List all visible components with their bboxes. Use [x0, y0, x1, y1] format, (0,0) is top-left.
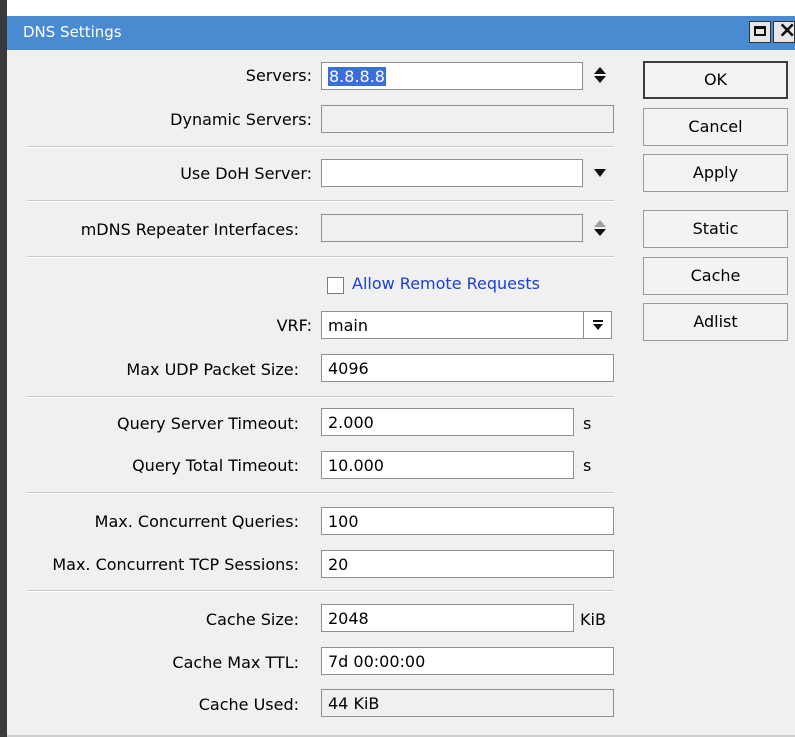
separator [27, 396, 614, 398]
vrf-label: VRF: [276, 316, 312, 335]
static-button[interactable]: Static [643, 210, 788, 248]
servers-label: Servers: [245, 66, 312, 85]
max-concurrent-tcp-input[interactable]: 20 [321, 550, 614, 578]
up-down-arrows-icon[interactable] [592, 218, 608, 238]
vrf-dropdown-button[interactable] [583, 311, 612, 339]
use-doh-server-label: Use DoH Server: [180, 164, 312, 183]
cache-size-label: Cache Size: [205, 610, 299, 629]
max-udp-label: Max UDP Packet Size: [126, 360, 299, 379]
use-doh-server-input[interactable] [321, 159, 583, 187]
up-down-arrows-icon[interactable] [592, 65, 608, 85]
adlist-button[interactable]: Adlist [643, 303, 788, 341]
separator [27, 590, 614, 592]
cache-size-input[interactable]: 2048 [321, 604, 574, 632]
title-bar[interactable]: DNS Settings [7, 16, 795, 50]
max-concurrent-queries-input[interactable]: 100 [321, 507, 614, 535]
separator [27, 200, 614, 202]
cache-max-ttl-label: Cache Max TTL: [172, 653, 299, 672]
vrf-select[interactable]: main [321, 311, 584, 339]
separator [27, 146, 614, 148]
max-concurrent-tcp-label: Max. Concurrent TCP Sessions: [52, 555, 299, 574]
maximize-icon[interactable] [749, 21, 771, 43]
cache-button[interactable]: Cache [643, 257, 788, 295]
dynamic-servers-field [321, 105, 614, 133]
cache-max-ttl-input[interactable]: 7d 00:00:00 [321, 647, 614, 675]
query-total-timeout-label: Query Total Timeout: [132, 456, 299, 475]
query-total-timeout-unit: s [583, 456, 592, 475]
allow-remote-requests-label[interactable]: Allow Remote Requests [352, 274, 540, 293]
query-total-timeout-input[interactable]: 10.000 [321, 451, 574, 479]
cache-used-label: Cache Used: [198, 695, 299, 714]
cache-used-field: 44 KiB [321, 689, 614, 717]
max-udp-input[interactable]: 4096 [321, 354, 614, 382]
mdns-repeater-label: mDNS Repeater Interfaces: [80, 220, 299, 239]
max-concurrent-queries-label: Max. Concurrent Queries: [94, 512, 299, 531]
window-title: DNS Settings [23, 23, 122, 41]
separator [27, 492, 614, 494]
close-icon[interactable] [773, 21, 795, 43]
window-left-edge [0, 0, 7, 737]
servers-value: 8.8.8.8 [328, 67, 386, 86]
dropdown-arrow-icon [593, 320, 603, 330]
query-server-timeout-unit: s [583, 414, 592, 433]
dns-settings-window: DNS Settings Servers: 8.8.8.8 Dynamic Se… [0, 0, 795, 737]
allow-remote-requests-checkbox[interactable] [327, 277, 344, 294]
cache-size-unit: KiB [580, 610, 606, 629]
separator [27, 256, 614, 258]
mdns-repeater-field[interactable] [321, 214, 583, 242]
servers-input[interactable]: 8.8.8.8 [321, 62, 583, 90]
cancel-button[interactable]: Cancel [643, 108, 788, 146]
ok-button[interactable]: OK [643, 61, 788, 99]
query-server-timeout-input[interactable]: 2.000 [321, 408, 574, 436]
dynamic-servers-label: Dynamic Servers: [170, 110, 312, 129]
apply-button[interactable]: Apply [643, 154, 788, 192]
query-server-timeout-label: Query Server Timeout: [116, 414, 299, 433]
dropdown-triangle-icon[interactable] [592, 164, 608, 184]
